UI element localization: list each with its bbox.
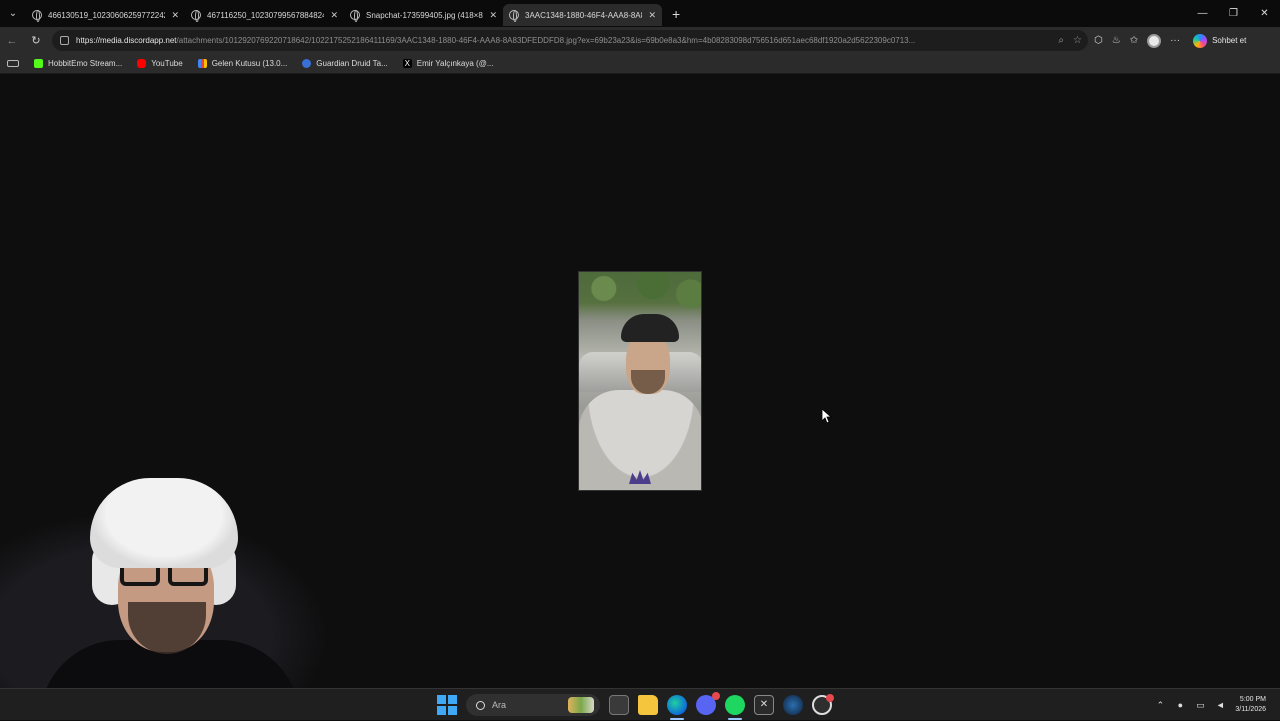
copilot-icon: [1193, 33, 1208, 48]
taskbar-clock[interactable]: 5:00 PM 3/11/2026: [1235, 695, 1266, 715]
chevron-up-icon[interactable]: ⌃: [1155, 700, 1165, 710]
tab-close-icon[interactable]: ✕: [171, 10, 179, 21]
search-highlight-image: [568, 697, 594, 713]
taskbar-search[interactable]: Ara: [466, 694, 600, 716]
maximize-button[interactable]: ❐: [1218, 8, 1249, 19]
tab-close-icon[interactable]: ✕: [489, 10, 497, 21]
webcam-overlay: [0, 470, 340, 720]
new-tab-button[interactable]: +: [672, 6, 680, 22]
photo-cap: [621, 314, 679, 342]
back-button[interactable]: ←: [0, 35, 24, 47]
edge-icon[interactable]: [667, 695, 687, 720]
copilot-button[interactable]: Sohbet et: [1193, 33, 1246, 48]
recording-badge: [826, 694, 834, 702]
bookmark-item[interactable]: Guardian Druid Ta...: [302, 59, 388, 68]
address-bar-icons: ⌕ ☆: [1058, 30, 1082, 51]
bookmark-item[interactable]: HobbitEmo Stream...: [34, 59, 122, 68]
system-tray: ⌃ ● ▭ ◄ 5:00 PM 3/11/2026: [1155, 689, 1280, 721]
fur-hat: [90, 478, 238, 568]
bookmark-item[interactable]: X Emir Yalçınkaya (@...: [402, 59, 493, 68]
profile-avatar[interactable]: [1147, 33, 1162, 48]
spotify-icon[interactable]: [725, 695, 745, 720]
youtube-icon: [137, 59, 147, 68]
network-icon[interactable]: ▭: [1195, 700, 1205, 710]
browser-tab[interactable]: 466130519_10230606259772242_ ✕: [26, 4, 185, 26]
tab-actions-menu-button[interactable]: ⌄: [0, 0, 26, 27]
toolbar-right-actions: ⬡ ♨ ✩ ··· Sohbet et: [1094, 27, 1246, 54]
mouse-cursor-icon: [822, 409, 832, 424]
wow-icon: [302, 59, 312, 68]
globe-icon: [191, 10, 201, 22]
task-view-icon[interactable]: [609, 695, 629, 715]
more-options-icon[interactable]: ···: [1170, 35, 1180, 46]
url-text[interactable]: https://media.discordapp.net/attachments…: [76, 36, 1046, 45]
bookmarks-bar: HobbitEmo Stream... YouTube Gelen Kutusu…: [0, 54, 1280, 74]
windows-taskbar: Ara ✕ ⌃ ● ▭ ◄ 5:00 PM 3/11/2026: [0, 688, 1280, 720]
tab-title: 466130519_10230606259772242_: [48, 10, 166, 20]
minimize-button[interactable]: —: [1187, 8, 1218, 19]
browser-toolbar: ← ↻ https://media.discordapp.net/attachm…: [0, 27, 1280, 54]
address-bar[interactable]: https://media.discordapp.net/attachments…: [52, 30, 1088, 51]
browser-tab-active[interactable]: 3AAC1348-1880-46F4-AAA8-8A8 ✕: [503, 4, 662, 26]
x-icon: X: [402, 59, 412, 68]
globe-icon: [350, 10, 360, 22]
favorite-star-icon[interactable]: ☆: [1073, 35, 1082, 46]
gmail-icon: [197, 59, 207, 68]
browser-tab[interactable]: 467116250_10230799567884824_ ✕: [185, 4, 344, 26]
file-explorer-icon[interactable]: [638, 695, 658, 715]
tab-title: 467116250_10230799567884824_: [207, 10, 325, 20]
discord-icon[interactable]: [696, 692, 720, 715]
bookmark-item[interactable]: YouTube: [137, 59, 183, 68]
notification-badge: [712, 692, 720, 700]
reload-button[interactable]: ↻: [24, 34, 48, 47]
kick-icon: [34, 59, 43, 68]
site-info-icon[interactable]: [60, 36, 69, 45]
tab-close-icon[interactable]: ✕: [648, 10, 656, 21]
volume-icon[interactable]: ◄: [1215, 700, 1225, 710]
tab-close-icon[interactable]: ✕: [330, 10, 338, 21]
window-controls: — ❐ ✕: [1187, 0, 1280, 27]
tab-title: 3AAC1348-1880-46F4-AAA8-8A8: [525, 10, 643, 20]
globe-icon: [509, 10, 519, 22]
browser-tab[interactable]: Snapchat-173599405.jpg (418×8 ✕: [344, 4, 503, 26]
browser-essentials-icon[interactable]: ♨: [1112, 35, 1121, 46]
tab-title: Snapchat-173599405.jpg (418×8: [366, 10, 483, 20]
start-button[interactable]: [437, 695, 457, 715]
zoom-icon[interactable]: ⌕: [1058, 35, 1064, 46]
tab-strip: ⌄ 466130519_10230606259772242_ ✕ 4671162…: [0, 0, 1280, 27]
bookmark-item[interactable]: Gelen Kutusu (13.0...: [197, 59, 287, 68]
microphone-icon[interactable]: ●: [1175, 700, 1185, 710]
extensions-icon[interactable]: ⬡: [1094, 35, 1103, 46]
reading-list-icon[interactable]: [7, 60, 19, 67]
terminal-icon[interactable]: ✕: [754, 695, 774, 715]
close-window-button[interactable]: ✕: [1249, 8, 1280, 19]
search-icon: [476, 700, 485, 710]
obs-icon[interactable]: [812, 694, 834, 715]
favorites-icon[interactable]: ✩: [1130, 35, 1138, 46]
taskbar-apps: Ara ✕: [437, 692, 834, 720]
globe-icon: [32, 10, 42, 22]
selfie-photo[interactable]: [578, 271, 702, 491]
steam-icon[interactable]: [783, 695, 803, 715]
